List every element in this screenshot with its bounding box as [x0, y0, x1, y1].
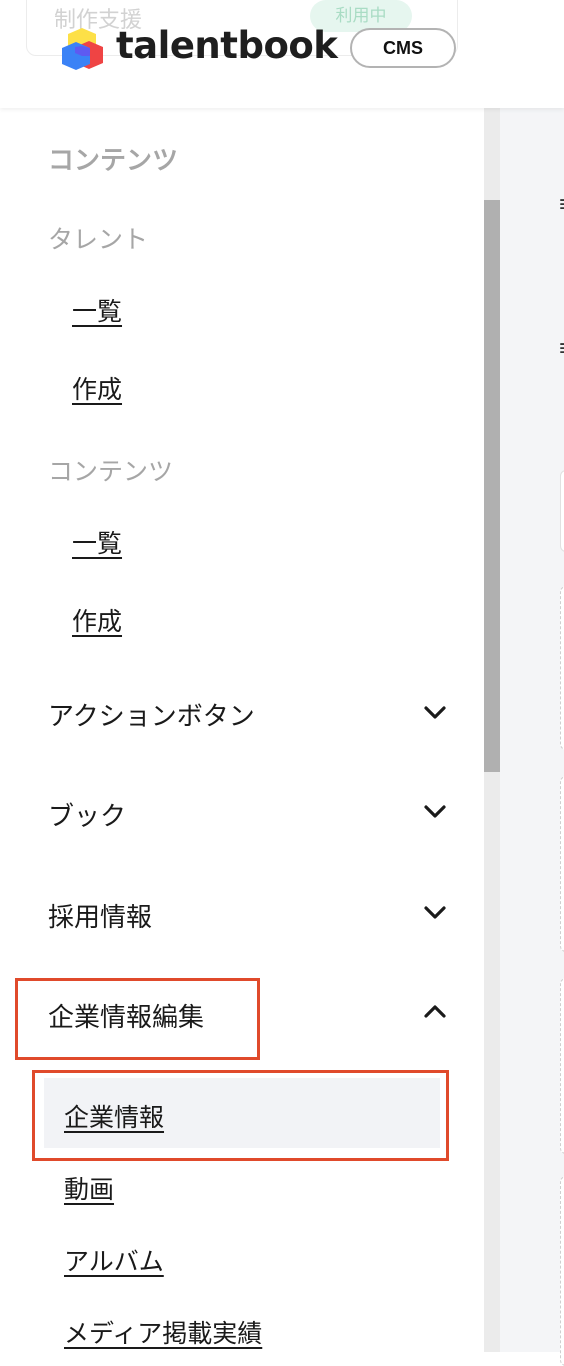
cms-badge: CMS: [350, 28, 456, 68]
sidebar-scrollbar-thumb[interactable]: [484, 200, 500, 772]
submenu-media-coverage[interactable]: メディア掲載実績: [64, 1314, 262, 1350]
sidebar-nav: コンテンツ タレント 一覧 作成 コンテンツ 一覧 作成 アクションボタン ブッ…: [0, 108, 484, 1352]
brand-name[interactable]: talentbook: [116, 24, 338, 67]
main-content-panel: ≡ ≡: [500, 108, 564, 1366]
main-upload-area: [560, 1176, 564, 1366]
menu-recruitment[interactable]: 採用情報: [48, 897, 152, 934]
main-title-fragment: ≡: [558, 192, 564, 232]
menu-book[interactable]: ブック: [48, 796, 126, 833]
talentbook-logo-icon[interactable]: [58, 26, 108, 72]
chevron-down-icon[interactable]: [420, 797, 450, 827]
talent-list-link[interactable]: 一覧: [72, 292, 122, 328]
main-field-card: [560, 470, 564, 552]
submenu-video[interactable]: 動画: [64, 1170, 114, 1206]
contents-list-link[interactable]: 一覧: [72, 524, 122, 560]
main-upload-area: [560, 978, 564, 1154]
menu-action-button[interactable]: アクションボタン: [48, 696, 255, 733]
submenu-company-info[interactable]: 企業情報: [64, 1098, 164, 1134]
chevron-down-icon[interactable]: [420, 698, 450, 728]
chevron-up-icon[interactable]: [420, 997, 450, 1027]
group-title-contents: コンテンツ: [48, 457, 174, 486]
main-label-fragment: ≡: [558, 336, 564, 376]
chevron-down-icon[interactable]: [420, 898, 450, 928]
contents-create-link[interactable]: 作成: [72, 602, 122, 638]
submenu-album[interactable]: アルバム: [64, 1242, 164, 1278]
section-title-contents: コンテンツ: [48, 146, 179, 176]
app-header: 制作支援 利用中 talentbook CMS: [0, 0, 564, 108]
talent-create-link[interactable]: 作成: [72, 370, 122, 406]
menu-company-info-edit[interactable]: 企業情報編集: [48, 997, 204, 1034]
main-upload-area: [560, 586, 564, 750]
group-title-talent: タレント: [48, 225, 149, 254]
main-upload-area: [560, 776, 564, 952]
